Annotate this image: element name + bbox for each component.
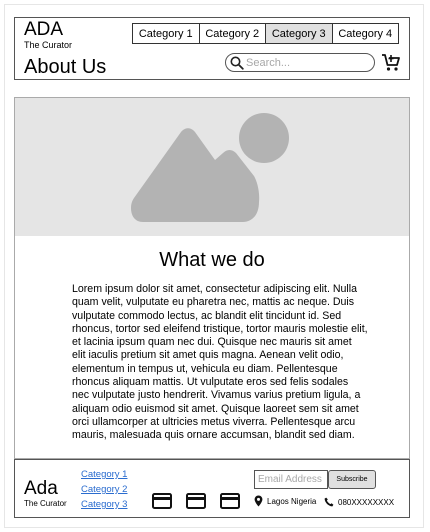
- logo[interactable]: ADA The Curator: [24, 19, 73, 51]
- main-content: What we do Lorem ipsum dolor sit amet, c…: [14, 97, 410, 459]
- credit-card-icon: [152, 493, 172, 509]
- site-footer: Ada The Curator Category 1 Category 2 Ca…: [14, 459, 410, 518]
- logo-title: ADA: [24, 19, 64, 40]
- location-pin-icon: [254, 495, 263, 507]
- section-title: What we do: [159, 249, 265, 271]
- footer-link-category-2[interactable]: Category 2: [81, 482, 127, 497]
- footer-logo-subtitle: The Curator: [24, 499, 67, 508]
- category-nav: Category 1 Category 2 Category 3 Categor…: [132, 23, 399, 44]
- tab-category-2[interactable]: Category 2: [198, 23, 266, 44]
- footer-link-category-3[interactable]: Category 3: [81, 497, 127, 512]
- phone-number: 080XXXXXXXX: [338, 497, 395, 507]
- tab-category-3[interactable]: Category 3: [265, 23, 333, 44]
- search-box: [225, 53, 375, 72]
- tab-category-4[interactable]: Category 4: [331, 23, 399, 44]
- search-icon[interactable]: [230, 56, 244, 70]
- phone-contact: 080XXXXXXXX: [324, 497, 394, 507]
- credit-card-icon: [220, 493, 240, 509]
- image-placeholder-icon: [131, 113, 289, 222]
- search-input[interactable]: [246, 56, 366, 69]
- tab-category-1[interactable]: Category 1: [132, 23, 200, 44]
- footer-links: Category 1 Category 2 Category 3: [81, 467, 127, 512]
- site-header: ADA The Curator About Us Category 1 Cate…: [14, 17, 410, 80]
- about-text: Lorem ipsum dolor sit amet, consectetur …: [72, 283, 368, 442]
- footer-logo[interactable]: Ada The Curator: [24, 478, 67, 509]
- subscribe-button[interactable]: Subscribe: [328, 470, 376, 489]
- hero-image: [15, 98, 409, 236]
- credit-card-icon: [186, 493, 206, 509]
- payment-methods: [152, 493, 240, 509]
- cart-icon[interactable]: [381, 53, 401, 78]
- page-title: About Us: [24, 56, 107, 78]
- phone-icon: [324, 497, 334, 507]
- footer-link-category-1[interactable]: Category 1: [81, 467, 127, 482]
- email-field[interactable]: [254, 470, 328, 489]
- location-text: Lagos Nigeria: [267, 496, 317, 506]
- location: Lagos Nigeria: [254, 495, 316, 507]
- footer-logo-title: Ada: [24, 478, 58, 499]
- logo-subtitle: The Curator: [24, 40, 73, 50]
